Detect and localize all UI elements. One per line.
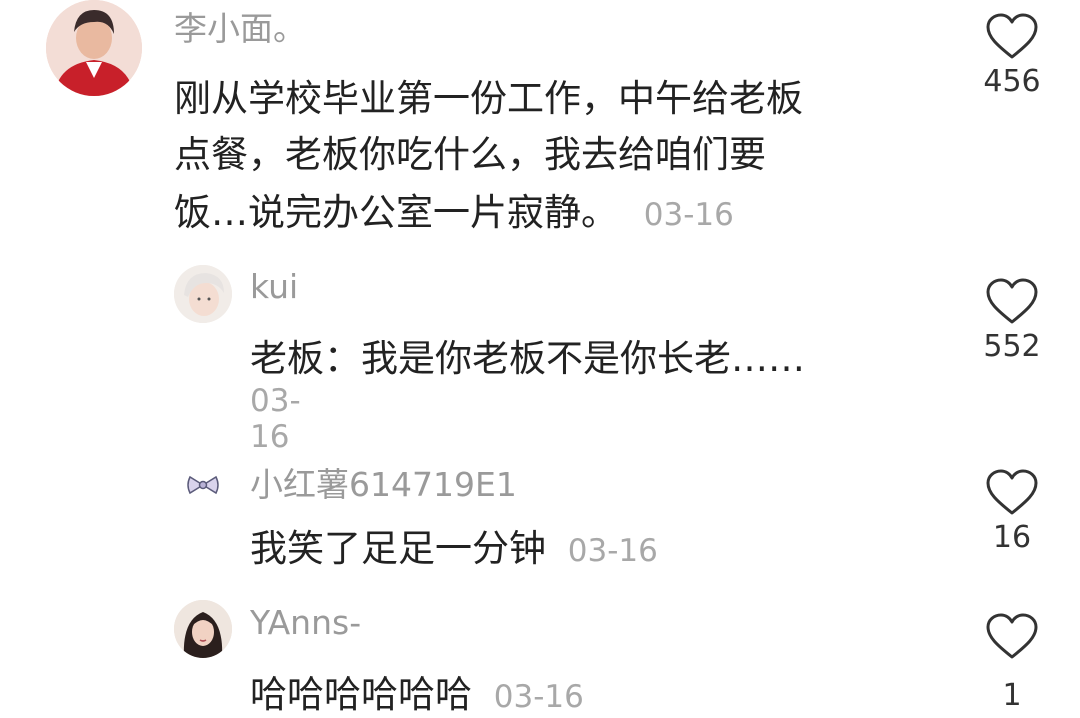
user-avatar[interactable] <box>174 456 232 514</box>
avatar-woman-red-jacket-icon <box>46 0 142 96</box>
like-count: 1 <box>1002 678 1022 713</box>
comment-date: 03-16 <box>250 383 301 455</box>
comment-text-line: 我笑了足足一分钟 03-16 <box>250 518 658 572</box>
user-avatar[interactable] <box>174 600 232 658</box>
heart-icon <box>986 469 1038 515</box>
comment-text: 老板：我是你老板不是你长老…… <box>250 337 805 380</box>
comment-text-line: 饭…说完办公室一片寂静。 03-16 <box>174 182 734 236</box>
like-button[interactable]: 16 <box>977 468 1047 555</box>
username[interactable]: kui <box>250 267 298 306</box>
user-avatar[interactable] <box>174 265 232 323</box>
like-count: 16 <box>992 520 1032 555</box>
comment-date: 03-16 <box>493 679 584 715</box>
comment-text: 我笑了足足一分钟 <box>250 527 546 570</box>
heart-icon <box>986 278 1038 324</box>
heart-icon <box>986 613 1038 659</box>
like-count: 552 <box>983 329 1041 364</box>
avatar-bow-icon <box>174 456 232 514</box>
avatar-white-hair-cartoon-icon <box>174 265 232 323</box>
comment-text: 饭…说完办公室一片寂静。 <box>174 191 618 234</box>
comment-text-line: 点餐，老板你吃什么，我去给咱们要 <box>174 133 766 176</box>
username[interactable]: 小红薯614719E1 <box>250 458 517 506</box>
heart-icon <box>986 13 1038 59</box>
comment-date: 03-16 <box>643 197 734 233</box>
comment-text-line: 哈哈哈哈哈哈 03-16 <box>250 664 584 718</box>
like-count: 456 <box>983 64 1041 99</box>
comment-date: 03-16 <box>567 533 658 569</box>
user-avatar[interactable] <box>46 0 142 96</box>
username[interactable]: 李小面。 <box>174 2 306 50</box>
comment-text-line: 刚从学校毕业第一份工作，中午给老板 <box>174 77 803 120</box>
comment-text: 哈哈哈哈哈哈 <box>250 673 472 716</box>
like-button[interactable]: 456 <box>977 12 1047 99</box>
like-button[interactable]: 1 <box>977 612 1047 713</box>
avatar-woman-dark-hair-icon <box>174 600 232 658</box>
username[interactable]: YAnns- <box>250 603 361 642</box>
like-button[interactable]: 552 <box>977 277 1047 364</box>
